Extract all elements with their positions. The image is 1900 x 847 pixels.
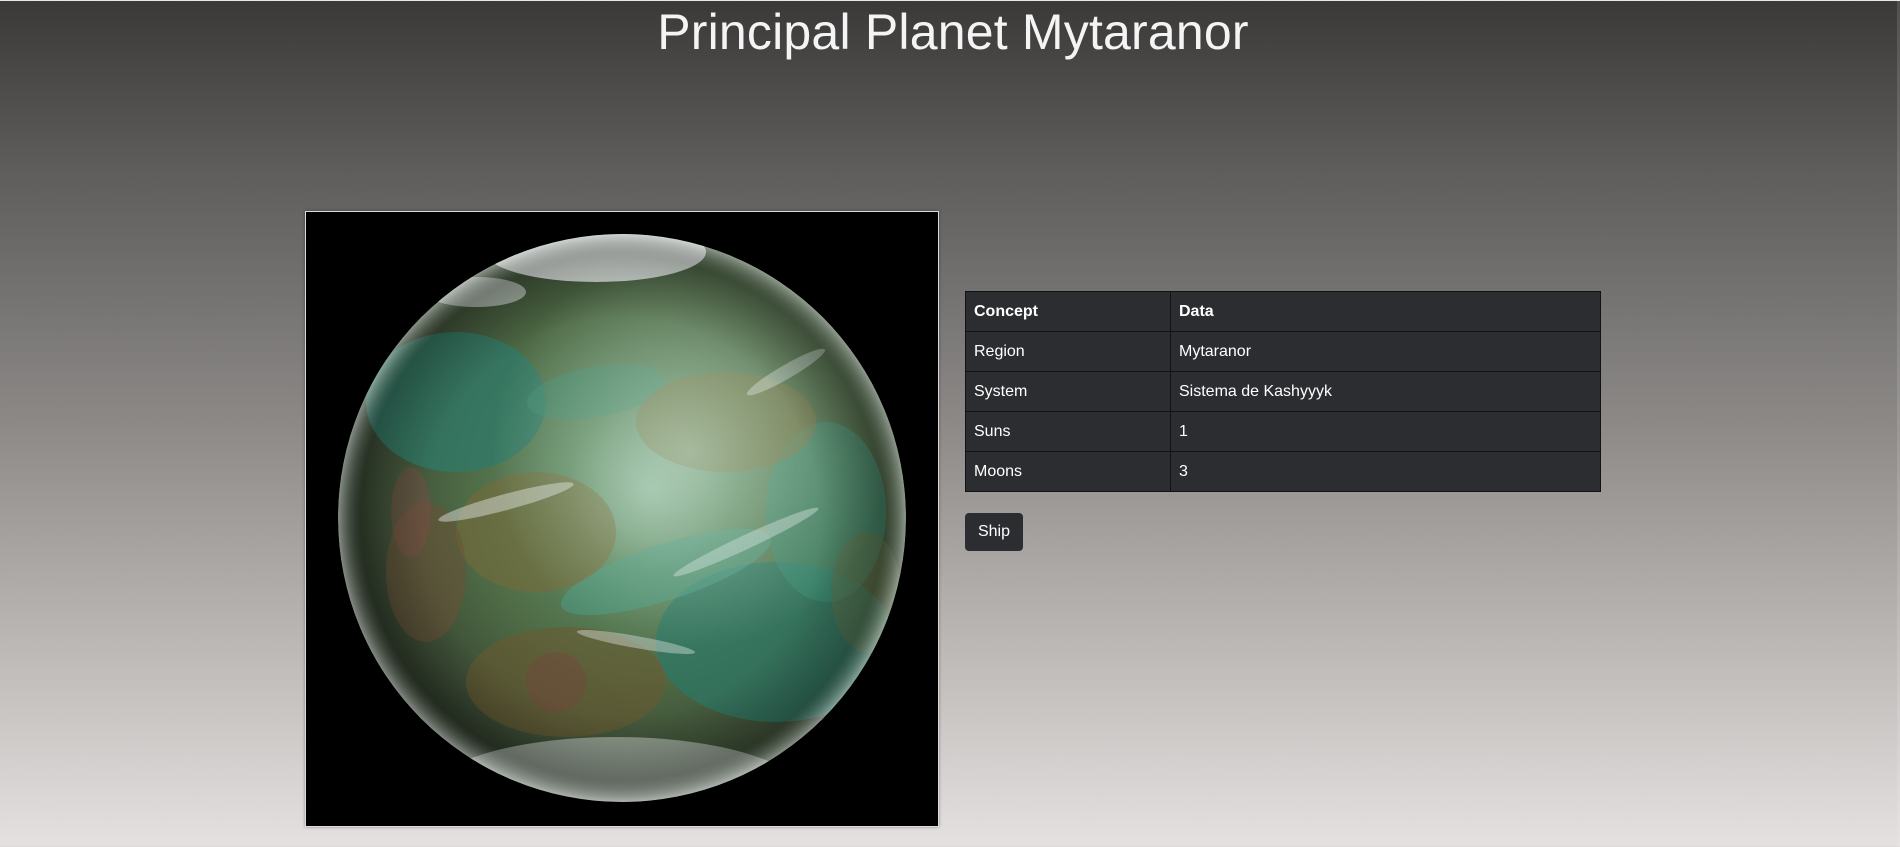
cell-data: 1 [1170,411,1601,452]
page-title: Principal Planet Mytaranor [657,4,1249,60]
ship-button[interactable]: Ship [965,513,1023,551]
header-data: Data [1170,291,1601,332]
table-row: Moons 3 [965,451,1601,492]
table-row: Suns 1 [965,411,1601,452]
cell-concept: Moons [965,451,1171,492]
table-row: Region Mytaranor [965,331,1601,372]
cell-concept: System [965,371,1171,412]
table-header-row: Concept Data [965,291,1601,332]
top-border [0,0,1900,1]
planet-image [305,211,939,827]
planet-info-table: Concept Data Region Mytaranor System Sis… [965,291,1601,492]
cell-concept: Suns [965,411,1171,452]
table-row: System Sistema de Kashyyyk [965,371,1601,412]
cell-data: Mytaranor [1170,331,1601,372]
cell-data: 3 [1170,451,1601,492]
cell-concept: Region [965,331,1171,372]
cell-data: Sistema de Kashyyyk [1170,371,1601,412]
header-concept: Concept [965,291,1171,332]
planet-globe-graphic [306,212,938,826]
